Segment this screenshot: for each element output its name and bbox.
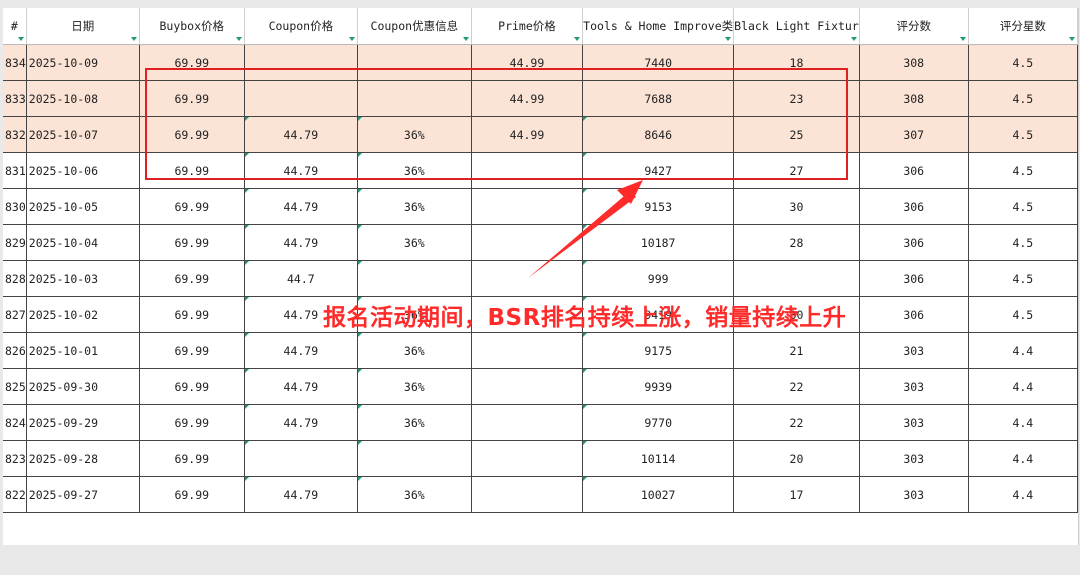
arrow-icon: [528, 180, 643, 278]
bottom-strip: [0, 545, 1080, 575]
screenshot-frame: # 日期 Buybox价格 Coupon价格 Coupon优惠信息 Prime价格 Tool…: [0, 0, 1080, 575]
annotation-text: 报名活动期间，BSR排名持续上涨，销量持续上升: [323, 305, 847, 331]
spreadsheet[interactable]: # 日期 Buybox价格 Coupon价格 Coupon优惠信息 Prime价格 Tool…: [3, 8, 1079, 545]
